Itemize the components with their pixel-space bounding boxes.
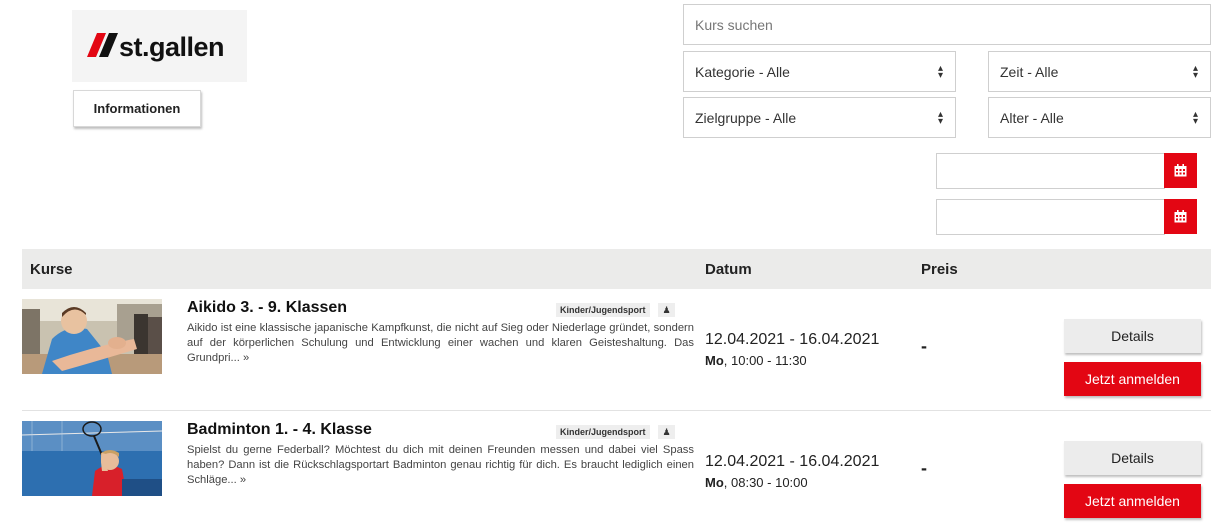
badminton-photo-image: [22, 421, 162, 496]
header-price[interactable]: Preis: [921, 261, 958, 278]
site-logo[interactable]: st.gallen: [72, 10, 247, 82]
target-group-select-value: Zielgruppe - Alle: [695, 109, 797, 126]
category-badge: Kinder/Jugendsport: [556, 425, 650, 439]
course-weekday: Mo: [705, 353, 724, 368]
course-weekday: Mo: [705, 475, 724, 490]
course-time: Mo, 08:30 - 10:00: [705, 475, 808, 490]
course-date-range: 12.04.2021 - 16.04.2021: [705, 453, 880, 470]
course-thumbnail-badminton[interactable]: [22, 421, 162, 496]
header-date[interactable]: Datum: [705, 261, 752, 278]
aikido-photo-image: [22, 299, 162, 374]
target-group-select[interactable]: Zielgruppe - Alle ▴ ▾: [683, 97, 956, 138]
date-from-input[interactable]: [936, 153, 1165, 189]
age-select-value: Alter - Alle: [1000, 109, 1064, 126]
age-select[interactable]: Alter - Alle ▴ ▾: [988, 97, 1211, 138]
header-courses[interactable]: Kurse: [30, 261, 73, 278]
course-description[interactable]: Spielst du gerne Federball? Möchtest du …: [187, 443, 694, 488]
course-description[interactable]: Aikido ist eine klassische japanische Ka…: [187, 321, 694, 366]
person-icon: ♟: [658, 303, 675, 317]
informationen-button[interactable]: Informationen: [73, 90, 201, 127]
details-button[interactable]: Details: [1064, 319, 1201, 353]
category-select-value: Kategorie - Alle: [695, 63, 790, 80]
course-price: -: [921, 458, 927, 478]
details-button[interactable]: Details: [1064, 441, 1201, 475]
course-time-range: , 10:00 - 11:30: [723, 353, 807, 368]
course-table-header: Kurse Datum Preis: [22, 249, 1211, 289]
course-title[interactable]: Aikido 3. - 9. Klassen: [187, 299, 347, 317]
date-from-calendar-button[interactable]: [1164, 153, 1197, 188]
time-select[interactable]: Zeit - Alle ▴ ▾: [988, 51, 1211, 92]
logo-mark-icon: [87, 33, 118, 57]
logo-text: st.gallen: [119, 32, 225, 62]
course-thumbnail-aikido[interactable]: [22, 299, 162, 374]
calendar-icon: [1174, 210, 1187, 223]
signup-button[interactable]: Jetzt anmelden: [1064, 484, 1201, 518]
course-row: Badminton 1. - 4. Klasse Kinder/Jugendsp…: [22, 411, 1211, 526]
select-arrows-icon: ▴ ▾: [1192, 108, 1198, 127]
course-date-range: 12.04.2021 - 16.04.2021: [705, 331, 880, 348]
date-to-input[interactable]: [936, 199, 1165, 235]
calendar-icon: [1174, 164, 1187, 177]
course-time-range: , 08:30 - 10:00: [723, 475, 808, 490]
time-select-value: Zeit - Alle: [1000, 63, 1059, 80]
date-to-calendar-button[interactable]: [1164, 199, 1197, 234]
course-title[interactable]: Badminton 1. - 4. Klasse: [187, 421, 372, 439]
course-search-input[interactable]: Kurs suchen: [683, 4, 1211, 45]
category-select[interactable]: Kategorie - Alle ▴ ▾: [683, 51, 956, 92]
category-badge: Kinder/Jugendsport: [556, 303, 650, 317]
select-arrows-icon: ▴ ▾: [1192, 62, 1198, 81]
course-time: Mo, 10:00 - 11:30: [705, 353, 807, 368]
signup-button[interactable]: Jetzt anmelden: [1064, 362, 1201, 396]
person-icon: ♟: [658, 425, 675, 439]
search-placeholder: Kurs suchen: [695, 16, 773, 33]
select-arrows-icon: ▴ ▾: [937, 62, 943, 81]
select-arrows-icon: ▴ ▾: [937, 108, 943, 127]
course-price: -: [921, 336, 927, 356]
course-row: Aikido 3. - 9. Klassen Kinder/Jugendspor…: [22, 289, 1211, 404]
